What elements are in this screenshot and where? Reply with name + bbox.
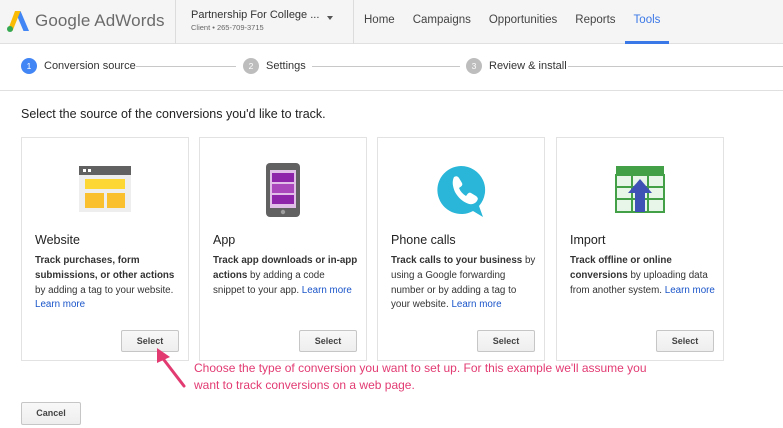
step-review-install: 3 Review & install [466, 58, 567, 74]
card-website: Website Track purchases, form submission… [21, 137, 189, 361]
card-desc-text: by adding a tag to your website. [35, 284, 174, 296]
phone-app-icon [255, 162, 311, 218]
select-phone-calls-button[interactable]: Select [477, 330, 535, 352]
learn-more-link[interactable]: Learn more [665, 285, 715, 296]
select-app-button[interactable]: Select [299, 330, 357, 352]
card-description: Track calls to your business by using a … [391, 254, 536, 313]
main-nav: Home Campaigns Opportunities Reports Too… [355, 0, 670, 44]
card-title: Website [35, 233, 80, 247]
step-number: 1 [21, 58, 37, 74]
learn-more-link[interactable]: Learn more [35, 299, 85, 310]
header-divider [353, 0, 354, 44]
step-connector [312, 66, 460, 67]
step-connector [136, 66, 236, 67]
card-description: Track app downloads or in-app actions by… [213, 254, 358, 298]
nav-reports[interactable]: Reports [566, 0, 624, 44]
step-conversion-source: 1 Conversion source [21, 58, 136, 74]
card-title: App [213, 233, 236, 247]
step-connector [568, 66, 783, 67]
page-instruction: Select the source of the conversions you… [21, 107, 326, 121]
card-title: Phone calls [391, 233, 456, 247]
step-number: 2 [243, 58, 259, 74]
header-divider [175, 0, 176, 44]
annotation-text: Choose the type of conversion you want t… [194, 361, 647, 392]
adwords-logo-icon [7, 11, 29, 32]
learn-more-link[interactable]: Learn more [451, 299, 501, 310]
card-description: Track purchases, form submissions, or ot… [35, 254, 180, 313]
progress-steps: 1 Conversion source 2 Settings 3 Review … [0, 45, 783, 91]
learn-more-link[interactable]: Learn more [302, 285, 352, 296]
card-description: Track offline or online conversions by u… [570, 254, 715, 298]
card-app: App Track app downloads or in-app action… [199, 137, 367, 361]
annotation-arrow-icon [157, 348, 186, 388]
card-phone-calls: Phone calls Track calls to your business… [377, 137, 545, 361]
nav-home[interactable]: Home [355, 0, 404, 44]
card-title: Import [570, 233, 606, 247]
cancel-button[interactable]: Cancel [21, 402, 81, 425]
step-number: 3 [466, 58, 482, 74]
card-desc-bold: Track purchases, form submissions, or ot… [35, 255, 175, 281]
import-icon [612, 162, 668, 218]
website-icon [77, 162, 133, 218]
select-import-button[interactable]: Select [656, 330, 714, 352]
card-desc-bold: Track calls to your business [391, 255, 523, 266]
account-id: Client • 265-709-3715 [191, 23, 264, 32]
nav-campaigns[interactable]: Campaigns [404, 0, 480, 44]
step-settings: 2 Settings [243, 58, 306, 74]
nav-opportunities[interactable]: Opportunities [480, 0, 566, 44]
step-label: Settings [266, 60, 306, 72]
nav-tools[interactable]: Tools [624, 0, 670, 44]
step-label: Conversion source [44, 60, 136, 72]
step-label: Review & install [489, 60, 567, 72]
account-selector[interactable]: Partnership For College ... Client • 265… [191, 9, 341, 32]
card-import: Import Track offline or online conversio… [556, 137, 724, 361]
account-name: Partnership For College ... [191, 9, 320, 21]
phone-call-icon [433, 162, 489, 218]
top-bar: Google AdWords Partnership For College .… [0, 0, 783, 44]
chevron-down-icon[interactable] [327, 16, 333, 20]
adwords-logo[interactable]: Google AdWords [6, 8, 165, 34]
brand-name: Google AdWords [35, 11, 165, 30]
